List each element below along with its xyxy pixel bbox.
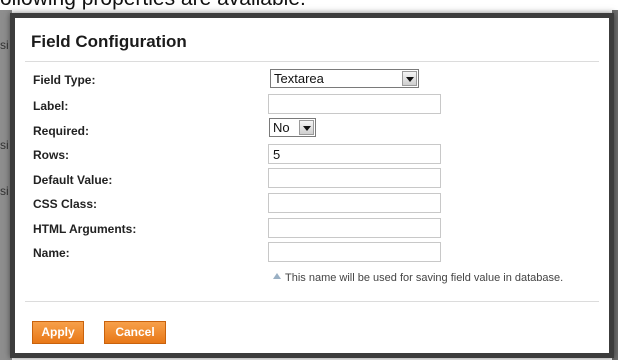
- css-class-label: CSS Class:: [33, 197, 98, 211]
- default-value-input[interactable]: [268, 168, 441, 188]
- chevron-down-icon[interactable]: [402, 71, 417, 86]
- chevron-down-icon[interactable]: [299, 120, 314, 135]
- css-class-input[interactable]: [268, 193, 441, 213]
- field-configuration-dialog: Field Configuration Field Type: Textarea…: [10, 13, 614, 358]
- dialog-title: Field Configuration: [31, 32, 187, 51]
- cancel-button[interactable]: Cancel: [104, 321, 166, 344]
- apply-button[interactable]: Apply: [32, 321, 84, 344]
- field-type-value: Textarea: [274, 71, 324, 86]
- required-label: Required:: [33, 124, 90, 138]
- background-letter: si: [0, 138, 9, 152]
- default-value-label: Default Value:: [33, 173, 113, 187]
- field-type-select[interactable]: Textarea: [270, 69, 419, 88]
- html-arguments-label: HTML Arguments:: [33, 222, 137, 236]
- label-input[interactable]: [268, 94, 441, 114]
- background-letter: si: [0, 184, 9, 198]
- name-hint: This name will be used for saving field …: [285, 272, 564, 284]
- triangle-up-icon: [273, 273, 281, 279]
- label-label: Label:: [33, 99, 69, 113]
- required-value: No: [273, 120, 290, 135]
- rows-label: Rows:: [33, 148, 69, 162]
- required-select[interactable]: No: [269, 118, 316, 137]
- field-type-label: Field Type:: [33, 73, 96, 87]
- name-label: Name:: [33, 246, 70, 260]
- background-letter: si: [0, 38, 9, 52]
- footer-divider: [25, 301, 599, 302]
- title-divider: [25, 61, 599, 62]
- name-input[interactable]: [268, 242, 441, 262]
- rows-input[interactable]: [268, 144, 441, 164]
- html-arguments-input[interactable]: [268, 218, 441, 238]
- background-heading: ollowing properties are available:: [0, 0, 306, 11]
